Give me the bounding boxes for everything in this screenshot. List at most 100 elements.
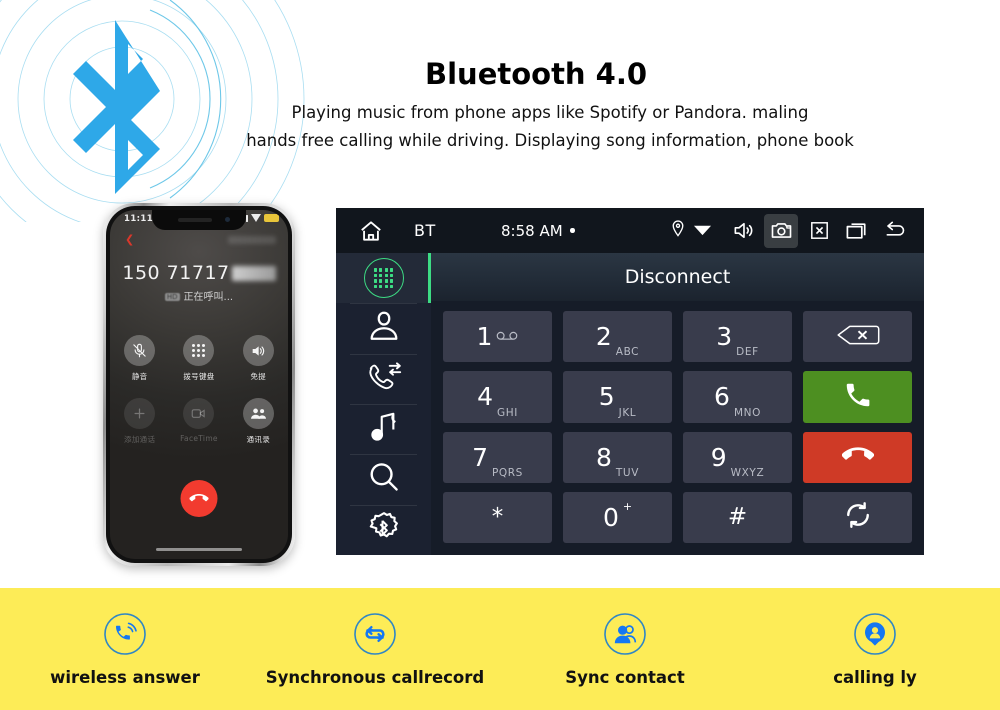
wifi-icon	[693, 221, 712, 241]
call-icon	[843, 380, 873, 414]
description-line-1: Playing music from phone apps like Spoti…	[291, 103, 809, 122]
key-plus: +	[622, 499, 633, 513]
key-digit: 5	[598, 382, 615, 412]
phone-action-label: 静音	[131, 372, 148, 381]
voicemail-icon	[496, 330, 518, 344]
key-letters: JKL	[618, 406, 637, 419]
dialpad-grid: 1 2 ABC 3 DEF 4 GHI 5 JKL 6 MNO 7 PQRS 8…	[431, 301, 924, 555]
key-digit: 4	[477, 382, 493, 412]
phone-action-label: 拨号键盘	[183, 372, 215, 381]
key-letters: MNO	[733, 406, 761, 419]
two-people-icon	[603, 612, 647, 656]
key-letters: TUV	[615, 466, 639, 479]
dial-key-0[interactable]: 0 +	[563, 491, 672, 543]
home-icon[interactable]	[358, 218, 384, 244]
phone-action-speaker[interactable]: 免提	[232, 335, 284, 382]
dial-key-8[interactable]: 8 TUV	[563, 431, 672, 483]
hangup-button[interactable]	[803, 431, 912, 483]
dial-key-3[interactable]: 3 DEF	[683, 311, 792, 363]
phone-action-keypad[interactable]: 拨号键盘	[173, 335, 225, 382]
person-pin-icon	[853, 612, 897, 656]
volume-icon[interactable]	[726, 214, 760, 248]
dialpad-icon	[363, 258, 404, 299]
feature-label: Synchronous callrecord	[265, 667, 485, 687]
key-digit: 6	[714, 382, 730, 412]
phone-action-label: 通讯录	[246, 435, 271, 444]
source-label: BT	[414, 221, 436, 240]
key-letters: GHI	[496, 406, 518, 419]
head-unit-body: Disconnect 1 2 ABC 3 DEF 4 GHI 5 JKL 6 M…	[336, 253, 924, 555]
dial-key-4[interactable]: 4 GHI	[443, 371, 552, 423]
camera-icon[interactable]	[764, 213, 798, 248]
back-chevron-icon[interactable]: ❮	[125, 234, 134, 245]
head-unit-main: Disconnect 1 2 ABC 3 DEF 4 GHI 5 JKL 6 M…	[431, 253, 924, 555]
key-digit: #	[727, 503, 748, 530]
dial-key-7[interactable]: 7 PQRS	[443, 431, 552, 483]
call-status: HD 正在呼叫...	[110, 288, 288, 303]
feature-label: calling ly	[833, 667, 917, 687]
status-blur-overlay	[228, 236, 276, 244]
sidebar-item-call-log[interactable]	[336, 353, 431, 404]
phone-action-label: 免提	[250, 372, 267, 381]
sidebar-item-bluetooth-settings[interactable]	[336, 504, 431, 555]
feature-label: Sync contact	[565, 667, 685, 687]
key-digit: 2	[595, 322, 612, 352]
back-arrow-icon[interactable]	[878, 214, 912, 248]
phone-clock: 11:11	[124, 214, 154, 224]
close-box-icon[interactable]	[802, 214, 836, 248]
sidebar-item-contacts[interactable]	[336, 303, 431, 353]
call-number: 150 71717	[110, 262, 288, 284]
status-dot	[570, 228, 575, 233]
earpiece-speaker	[178, 218, 212, 222]
head-unit-clock: 8:58 AM	[501, 221, 563, 240]
phone-bezel: 11:11 ❮ 150 71717 HD 正在呼叫... 静音 拨号键盘 免提 …	[106, 206, 292, 563]
key-digit: 7	[472, 442, 488, 472]
battery-icon	[264, 214, 279, 222]
wireless-call-icon	[103, 612, 147, 656]
hangup-icon	[840, 439, 874, 475]
backspace-icon	[835, 323, 881, 351]
backspace-key[interactable]	[803, 311, 912, 363]
phone-call-actions: 静音 拨号键盘 免提 添加通话 FaceTime 通讯录	[110, 335, 288, 445]
sidebar-item-music[interactable]	[336, 403, 431, 454]
recents-icon[interactable]	[840, 214, 874, 248]
dial-key-1[interactable]: 1	[443, 311, 552, 363]
call-number-text: 150 71717	[122, 262, 230, 284]
location-wifi-group	[670, 219, 712, 242]
car-head-unit: BT 8:58 AM Disconnect 1 2 ABC 3 DEF 4 GH…	[336, 208, 924, 555]
phone-action-contacts[interactable]: 通讯录	[232, 398, 284, 445]
dial-key-9[interactable]: 9 WXYZ	[683, 431, 792, 483]
sidebar-item-dialpad[interactable]	[336, 253, 431, 304]
number-masked-part	[231, 266, 276, 281]
facetime-icon	[183, 398, 215, 429]
dial-key-hash[interactable]: #	[683, 491, 792, 543]
home-indicator	[156, 547, 242, 551]
connection-status-header[interactable]: Disconnect	[431, 253, 924, 301]
call-button[interactable]	[803, 371, 912, 423]
head-unit-sidebar	[336, 253, 431, 555]
phone-action-mute[interactable]: 静音	[114, 335, 166, 382]
dial-key-star[interactable]: *	[443, 491, 552, 543]
end-call-button[interactable]	[180, 480, 218, 517]
feature-synchronous-callrecord: Synchronous callrecord	[250, 612, 500, 687]
key-digit: 3	[716, 322, 733, 352]
dial-key-5[interactable]: 5 JKL	[563, 371, 672, 423]
phone-action-label: 添加通话	[124, 435, 156, 444]
key-letters: ABC	[615, 346, 640, 359]
call-status-text: 正在呼叫...	[183, 292, 234, 303]
phone-action-facetime[interactable]: FaceTime	[173, 398, 225, 445]
smartphone-mockup: 11:11 ❮ 150 71717 HD 正在呼叫... 静音 拨号键盘 免提 …	[103, 203, 295, 566]
sync-button[interactable]	[803, 491, 912, 543]
head-unit-status-icons	[670, 213, 912, 248]
page-root: Bluetooth 4.0 Playing music from phone a…	[0, 0, 1000, 710]
phone-action-add-call[interactable]: 添加通话	[114, 398, 166, 445]
dial-key-6[interactable]: 6 MNO	[683, 371, 792, 423]
key-letters: DEF	[736, 346, 759, 359]
key-letters: WXYZ	[730, 466, 765, 479]
description-line-2: hands free calling while driving. Displa…	[246, 131, 854, 150]
music-note-icon	[367, 410, 401, 448]
sidebar-item-search[interactable]	[336, 454, 431, 504]
contacts-icon	[242, 398, 274, 429]
dial-key-2[interactable]: 2 ABC	[563, 311, 672, 363]
bluetooth-gear-icon	[366, 510, 402, 550]
